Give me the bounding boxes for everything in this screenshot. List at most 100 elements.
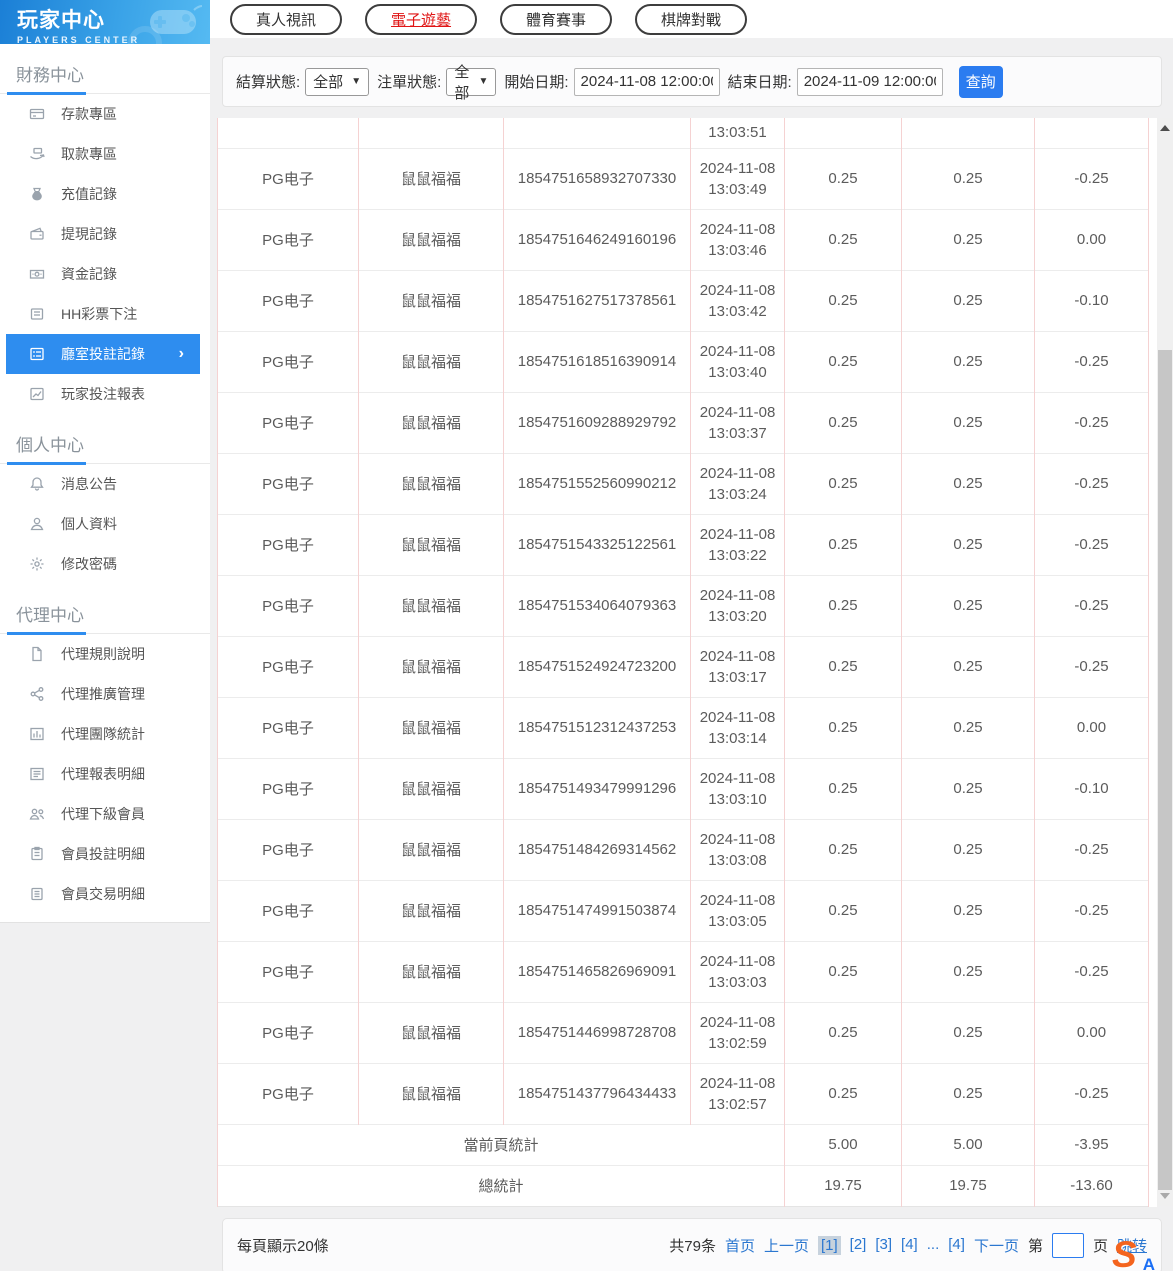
start-date-input[interactable]: [574, 68, 720, 96]
cell-time: 2024-11-0813:03:37: [691, 392, 785, 453]
page-link-[4][interactable]: [4]: [948, 1236, 965, 1255]
sidebar-item-個人資料[interactable]: 個人資料: [0, 504, 210, 544]
cell-room: 鼠鼠福福: [359, 1063, 504, 1124]
search-button[interactable]: 查詢: [959, 66, 1003, 98]
tab-真人視訊[interactable]: 真人視訊: [230, 4, 342, 35]
first-page-link[interactable]: 首页: [725, 1235, 755, 1256]
total-count-text: 共79条: [669, 1235, 716, 1256]
cell-win-loss: -0.25: [1035, 453, 1149, 514]
sidebar-item-會員投註明細[interactable]: 會員投註明細: [0, 834, 210, 874]
report-icon: [28, 386, 45, 403]
cell-valid-amount: 0.25: [902, 819, 1035, 880]
sidebar-item-充值記錄[interactable]: 充值記錄: [0, 174, 210, 214]
sidebar-item-修改密碼[interactable]: 修改密碼: [0, 544, 210, 584]
sidebar-item-提現記錄[interactable]: 提現記錄: [0, 214, 210, 254]
tab-體育賽事[interactable]: 體育賽事: [500, 4, 612, 35]
table-row: PG电子鼠鼠福福18547515123124372532024-11-0813:…: [218, 697, 1149, 758]
scrollbar-thumb[interactable]: [1158, 350, 1172, 1190]
settle-status-value: 全部: [313, 71, 343, 92]
tab-棋牌對戰[interactable]: 棋牌對戰: [635, 4, 747, 35]
cell-valid-amount: 0.25: [902, 758, 1035, 819]
scroll-up-arrow-icon[interactable]: [1157, 120, 1173, 136]
main-content: 真人視訊電子遊藝體育賽事棋牌對戰 結算狀態: 全部 ▼ 注單狀態: 全部 ▼ 開…: [210, 0, 1173, 1271]
cell-win-loss: 0.00: [1035, 209, 1149, 270]
page-jump-input[interactable]: [1052, 1233, 1084, 1258]
cell-order-no: 1854751534064079363: [504, 575, 691, 636]
sidebar-item-廳室投註記錄[interactable]: 廳室投註記錄›: [6, 334, 200, 374]
order-status-select[interactable]: 全部 ▼: [446, 68, 496, 96]
next-page-link[interactable]: 下一页: [974, 1235, 1019, 1256]
bet-time: 13:03:42: [691, 301, 784, 322]
sidebar-item-label: 存款專區: [61, 104, 117, 124]
sidebar-item-代理推廣管理[interactable]: 代理推廣管理: [0, 674, 210, 714]
cell-time: 13:03:51: [691, 118, 785, 148]
sidebar-item-代理團隊統計[interactable]: 代理團隊統計: [0, 714, 210, 754]
sidebar-item-label: 會員投註明細: [61, 844, 145, 864]
sidebar-item-取款專區[interactable]: 取款專區: [0, 134, 210, 174]
cell-win-loss: -0.25: [1035, 392, 1149, 453]
cell-win-loss: 0.00: [1035, 697, 1149, 758]
sidebar-item-HH彩票下注[interactable]: HH彩票下注: [0, 294, 210, 334]
sidebar-item-label: 代理下級會員: [61, 804, 145, 824]
cell-room: 鼠鼠福福: [359, 270, 504, 331]
sidebar-section-label: 個人中心: [0, 414, 210, 464]
ime-a-label: A: [1143, 1255, 1155, 1271]
page-link-...[interactable]: ...: [927, 1236, 940, 1255]
prev-page-link[interactable]: 上一页: [764, 1235, 809, 1256]
page-link-[2][interactable]: [2]: [850, 1236, 867, 1255]
sidebar-item-label: 提現記錄: [61, 224, 117, 244]
sidebar-item-代理下級會員[interactable]: 代理下級會員: [0, 794, 210, 834]
table-row: PG电子鼠鼠福福18547514658269690912024-11-0813:…: [218, 941, 1149, 1002]
table-scrollbar[interactable]: [1157, 118, 1173, 1206]
sidebar-item-代理報表明細[interactable]: 代理報表明細: [0, 754, 210, 794]
table-row: PG电子鼠鼠福福18547516589327073302024-11-0813:…: [218, 148, 1149, 209]
bet-date: 2024-11-08: [691, 341, 784, 362]
sidebar-item-存款專區[interactable]: 存款專區: [0, 94, 210, 134]
sidebar-item-玩家投注報表[interactable]: 玩家投注報表: [0, 374, 210, 414]
cell-game: PG电子: [218, 697, 359, 758]
bet-date: 2024-11-08: [691, 829, 784, 850]
cell-order-no: 1854751658932707330: [504, 148, 691, 209]
member-trans-icon: [28, 886, 45, 903]
end-date-label: 結束日期:: [728, 71, 792, 92]
table-row: PG电子鼠鼠福福18547516185163909142024-11-0813:…: [218, 331, 1149, 392]
cell-bet-amount: 0.25: [785, 148, 902, 209]
cell-bet-amount: 0.25: [785, 331, 902, 392]
cell-bet-amount: 0.25: [785, 209, 902, 270]
sidebar-item-label: 代理推廣管理: [61, 684, 145, 704]
page-link-[4][interactable]: [4]: [901, 1236, 918, 1255]
table-row: PG电子鼠鼠福福18547516462491601962024-11-0813:…: [218, 209, 1149, 270]
sidebar-item-消息公告[interactable]: 消息公告: [0, 464, 210, 504]
cell-order-no: 1854751627517378561: [504, 270, 691, 331]
page-number-links: [1] [2] [3] [4]... [4]: [818, 1236, 965, 1255]
bet-time: 13:03:49: [691, 179, 784, 200]
scroll-down-arrow-icon[interactable]: [1157, 1188, 1173, 1204]
sidebar-item-label: 廳室投註記錄: [61, 344, 145, 364]
sidebar-item-會員交易明細[interactable]: 會員交易明細: [0, 874, 210, 914]
sidebar-item-資金記錄[interactable]: 資金記錄: [0, 254, 210, 294]
cell-valid-amount: 0.25: [902, 697, 1035, 758]
cell-win-loss: -0.25: [1035, 819, 1149, 880]
tab-電子遊藝[interactable]: 電子遊藝: [365, 4, 477, 35]
cell-game: PG电子: [218, 453, 359, 514]
cell-bet-amount: 0.25: [785, 758, 902, 819]
page-link-[3][interactable]: [3]: [875, 1236, 892, 1255]
page-link-[1][interactable]: [1]: [818, 1236, 841, 1255]
end-date-input[interactable]: [797, 68, 943, 96]
cell-win-loss: -0.10: [1035, 270, 1149, 331]
cell-room: 鼠鼠福福: [359, 453, 504, 514]
cell-order-no: [504, 118, 691, 148]
table-row: PG电子鼠鼠福福18547515249247232002024-11-0813:…: [218, 636, 1149, 697]
sidebar-item-代理規則說明[interactable]: 代理規則說明: [0, 634, 210, 674]
cell-valid-amount: 0.25: [902, 392, 1035, 453]
jump-prefix-label: 第: [1028, 1235, 1043, 1256]
cell-game: PG电子: [218, 819, 359, 880]
bet-date: 2024-11-08: [691, 280, 784, 301]
sidebar-item-label: 取款專區: [61, 144, 117, 164]
cell-order-no: 1854751437796434433: [504, 1063, 691, 1124]
cell-win-loss: -0.25: [1035, 514, 1149, 575]
lottery-bet-icon: [28, 306, 45, 323]
table-row: PG电子鼠鼠福福18547514934799912962024-11-0813:…: [218, 758, 1149, 819]
total-summary-valid: 19.75: [902, 1165, 1035, 1206]
settle-status-select[interactable]: 全部 ▼: [305, 68, 369, 96]
